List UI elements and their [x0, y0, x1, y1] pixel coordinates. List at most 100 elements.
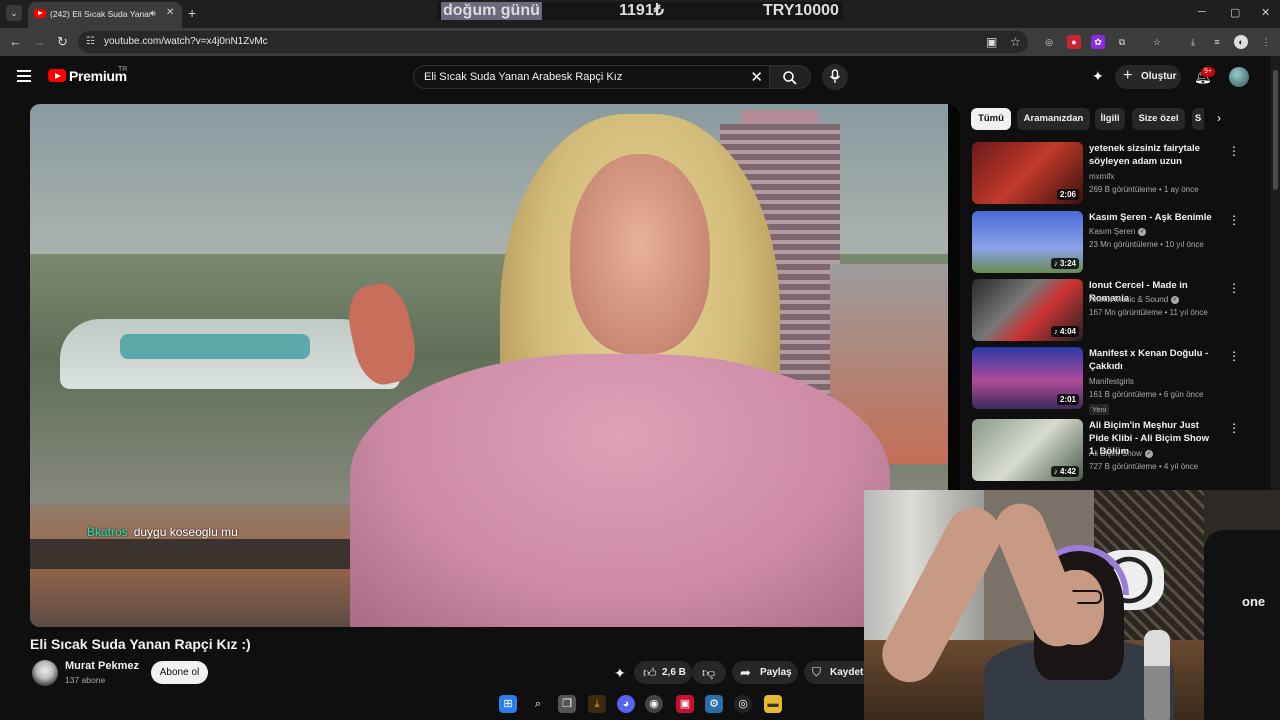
recommendation-item[interactable]: ♪ 3:24 Kasım Şeren - Aşk Benimle Kasım Ş…	[972, 211, 1272, 275]
speaker-icon[interactable]: 🔊︎	[150, 8, 156, 19]
recommendation-channel[interactable]: Ali Biçim Show ✓	[1089, 449, 1153, 458]
webcam-overlay: one	[864, 490, 1280, 720]
search-icon	[783, 71, 797, 85]
browser-toolbar: ← → ↻ ☷ youtube.com/watch?v=x4j0nN1ZvMc …	[0, 28, 1280, 56]
video-thumbnail[interactable]: ♪ 4:04	[972, 279, 1083, 341]
more-options-icon[interactable]: ⋮	[1228, 281, 1240, 295]
video-thumbnail[interactable]: ♪ 4:42	[972, 419, 1083, 481]
like-button[interactable]: 👍︎ 2,6 B	[634, 661, 692, 684]
chevron-right-icon[interactable]: ›	[1217, 111, 1221, 125]
overlay-text-goal: doğum günü	[441, 2, 542, 20]
search-query[interactable]: Eli Sıcak Suda Yanan Arabesk Rapçi Kız	[424, 71, 622, 83]
obs-icon[interactable]: ◎	[734, 695, 752, 713]
share-button[interactable]: ➦ Paylaş	[732, 661, 798, 684]
extension-red-icon[interactable]: ●	[1067, 35, 1081, 49]
recommendation-meta: 727 B görüntüleme • 4 yıl önce	[1089, 462, 1199, 471]
recommendation-channel[interactable]: mxmifx	[1089, 172, 1114, 181]
overlay-text-target: TRY10000	[763, 2, 839, 19]
recommendation-title[interactable]: Kasım Şeren - Aşk Benimle	[1089, 211, 1217, 224]
tab-title: (242) Eli Sıcak Suda Yanan R	[50, 9, 150, 19]
video-thumbnail[interactable]: 2:06	[972, 142, 1083, 204]
maximize-button[interactable]: ▢	[1230, 6, 1240, 19]
minimize-button[interactable]: ─	[1198, 6, 1206, 18]
search-button[interactable]	[770, 65, 811, 89]
forward-arrow-icon[interactable]: →	[33, 34, 46, 50]
chrome-icon[interactable]: ◉	[645, 695, 663, 713]
chip-truncated[interactable]: S	[1192, 108, 1204, 130]
recommendation-item[interactable]: ♪ 4:04 Ionut Cercel - Made in Romania Am…	[972, 279, 1272, 343]
account-avatar[interactable]	[1229, 67, 1249, 87]
reload-icon[interactable]: ↻	[57, 34, 68, 50]
voice-search-button[interactable]	[822, 64, 848, 90]
browser-tab-active[interactable]: (242) Eli Sıcak Suda Yanan R 🔊︎ ✕	[28, 2, 182, 28]
video-thumbnail[interactable]: 2:01	[972, 347, 1083, 409]
cast-icon[interactable]: ▣	[986, 35, 997, 49]
task-view-icon[interactable]: ❐	[558, 695, 576, 713]
bookmarks-icon[interactable]: ☆	[1150, 35, 1164, 49]
recommendation-title[interactable]: Manifest x Kenan Doğulu - Çakkıdı	[1089, 347, 1217, 373]
extension-purple-icon[interactable]: ✿	[1091, 35, 1105, 49]
recommendation-meta: 269 B görüntüleme • 1 ay önce	[1089, 185, 1199, 194]
recommendation-meta: 23 Mn görüntüleme • 10 yıl önce	[1089, 240, 1204, 249]
recommendation-channel[interactable]: Manifestgirls	[1089, 377, 1134, 386]
thumbs-down-icon: 👎︎	[702, 665, 716, 680]
duration-badge: ♪ 3:24	[1050, 258, 1079, 269]
more-options-icon[interactable]: ⋮	[1228, 144, 1240, 158]
chip-related[interactable]: İlgili	[1095, 108, 1125, 130]
party-popper-icon[interactable]: ✦	[1092, 68, 1104, 85]
menu-icon[interactable]	[17, 70, 31, 82]
duration-badge: ♪ 4:42	[1050, 466, 1079, 477]
recommendation-channel[interactable]: Kasım Şeren ✓	[1089, 227, 1147, 236]
clear-search-icon[interactable]: ✕	[750, 68, 763, 86]
channel-avatar[interactable]	[32, 660, 58, 686]
taskbar-search-icon[interactable]: ⌕	[529, 695, 547, 713]
chat-text: duygu koseoglu mu	[133, 525, 238, 539]
new-tab-button[interactable]: +	[188, 5, 196, 21]
video-thumbnail[interactable]: ♪ 3:24	[972, 211, 1083, 273]
recommendation-item[interactable]: ♪ 4:42 Ali Biçim'in Meşhur Just Pide Kli…	[972, 419, 1272, 483]
stream-overlay-banner: doğum günü 1191₺ TRY10000	[437, 2, 843, 20]
extensions-puzzle-icon[interactable]: ⧉	[1115, 35, 1129, 49]
browser-menu-icon[interactable]: ⋮	[1259, 35, 1273, 49]
chip-all[interactable]: Tümü	[971, 108, 1011, 130]
discord-icon[interactable]: ◕	[617, 695, 635, 713]
url-text[interactable]: youtube.com/watch?v=x4j0nN1ZvMc	[104, 36, 268, 47]
address-bar[interactable]: ☷ youtube.com/watch?v=x4j0nN1ZvMc ▣ ☆	[78, 31, 1028, 53]
chip-for-you[interactable]: Size özel	[1132, 108, 1185, 130]
recommendation-item[interactable]: 2:06 yetenek sizsiniz fairytale söyleyen…	[972, 142, 1272, 206]
thumbs-up-icon: 👍︎	[643, 665, 657, 680]
windows-start-icon[interactable]: ⊞	[499, 695, 517, 713]
chip-from-search[interactable]: Aramanızdan	[1017, 108, 1090, 130]
app-settings-icon[interactable]: ⚙	[705, 695, 723, 713]
recommendation-title[interactable]: yetenek sizsiniz fairytale söyleyen adam…	[1089, 142, 1217, 168]
tab-search-button[interactable]: ⌄	[6, 5, 22, 21]
app-red-icon[interactable]: ▣	[676, 695, 694, 713]
more-options-icon[interactable]: ⋮	[1228, 421, 1240, 435]
app-download-icon[interactable]: ⤓	[588, 695, 606, 713]
more-options-icon[interactable]: ⋮	[1228, 349, 1240, 363]
tab-close-icon[interactable]: ✕	[166, 7, 174, 18]
save-button[interactable]: ⛉ Kaydet	[804, 661, 864, 684]
dislike-button[interactable]: 👎︎	[692, 661, 726, 684]
back-arrow-icon[interactable]: ←	[9, 34, 22, 50]
video-player[interactable]: Bkatros duygu koseoglu mu	[30, 104, 960, 627]
scrollbar-thumb[interactable]	[1273, 70, 1278, 190]
recommendation-channel[interactable]: Amma Music & Sound ✓	[1089, 295, 1180, 304]
recommendation-item[interactable]: 2:01 Manifest x Kenan Doğulu - Çakkıdı M…	[972, 347, 1272, 415]
share-label: Paylaş	[760, 667, 792, 678]
channel-name[interactable]: Murat Pekmez	[65, 660, 139, 672]
download-icon[interactable]: ⤓	[1186, 35, 1200, 49]
extension-glasses-icon[interactable]: ◎	[1042, 35, 1056, 49]
reading-list-icon[interactable]: ≡	[1210, 35, 1224, 49]
site-info-icon[interactable]: ☷	[86, 36, 98, 48]
create-button[interactable]: + Oluştur	[1115, 65, 1181, 89]
search-input[interactable]: Eli Sıcak Suda Yanan Arabesk Rapçi Kız ✕	[413, 65, 770, 89]
subscribe-button[interactable]: Abone ol	[151, 661, 208, 684]
file-explorer-icon[interactable]: ▬	[764, 695, 782, 713]
youtube-logo-icon[interactable]	[48, 69, 66, 82]
window-close-button[interactable]: ✕	[1261, 6, 1270, 19]
party-popper-icon[interactable]: ✦	[614, 665, 626, 682]
more-options-icon[interactable]: ⋮	[1228, 213, 1240, 227]
profile-avatar-icon[interactable]: ◐	[1234, 35, 1248, 49]
bookmark-star-icon[interactable]: ☆	[1010, 35, 1021, 49]
